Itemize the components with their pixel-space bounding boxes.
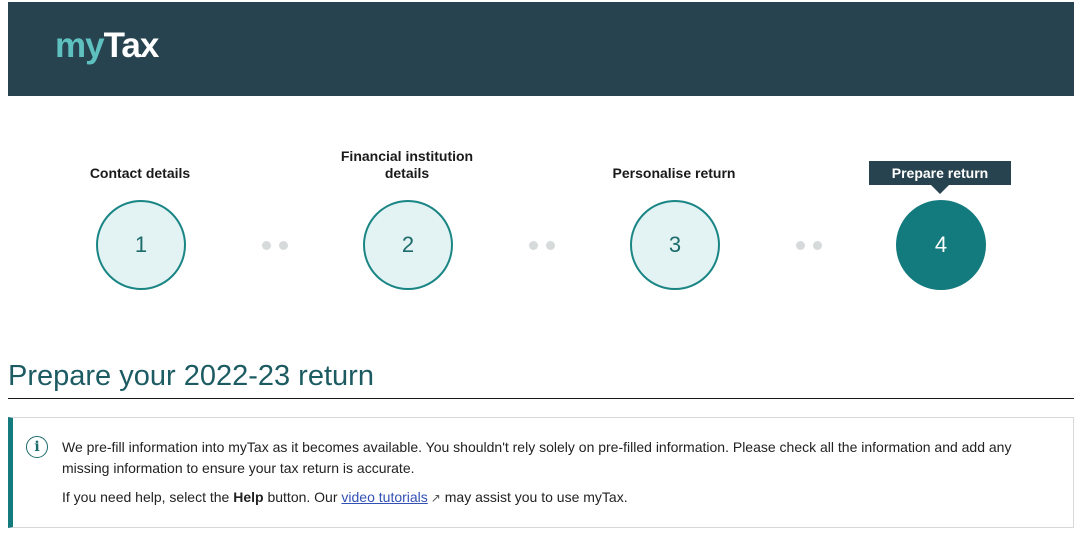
- app-header: myTax: [8, 2, 1074, 96]
- connector-dot: [529, 241, 538, 250]
- external-link-icon: ↗: [430, 491, 441, 505]
- step-connector: [262, 241, 288, 250]
- step-4-label: Prepare return: [869, 161, 1011, 194]
- step-4-circle: 4: [896, 200, 986, 290]
- help-message: If you need help, select the Help button…: [62, 489, 628, 505]
- mytax-logo[interactable]: myTax: [55, 26, 159, 66]
- connector-dot: [262, 241, 271, 250]
- step-1-label: Contact details: [89, 165, 191, 181]
- info-message: We pre-fill information into myTax as it…: [62, 439, 1012, 476]
- help-keyword: Help: [233, 489, 264, 505]
- step-2-circle: 2: [363, 200, 453, 290]
- step-1-circle: 1: [96, 200, 186, 290]
- page-title: Prepare your 2022-23 return: [8, 360, 374, 392]
- connector-dot: [796, 241, 805, 250]
- step-2-label: Financial institution details: [340, 148, 474, 181]
- title-divider: [8, 398, 1074, 399]
- connector-dot: [813, 241, 822, 250]
- info-icon: i: [26, 436, 48, 458]
- step-3-label: Personalise return: [612, 165, 736, 181]
- connector-dot: [279, 241, 288, 250]
- step-3-circle: 3: [630, 200, 720, 290]
- step-connector: [529, 241, 555, 250]
- connector-dot: [546, 241, 555, 250]
- info-alert: i We pre-fill information into myTax as …: [8, 417, 1074, 528]
- video-tutorials-link[interactable]: video tutorials: [341, 489, 427, 505]
- step-connector: [796, 241, 822, 250]
